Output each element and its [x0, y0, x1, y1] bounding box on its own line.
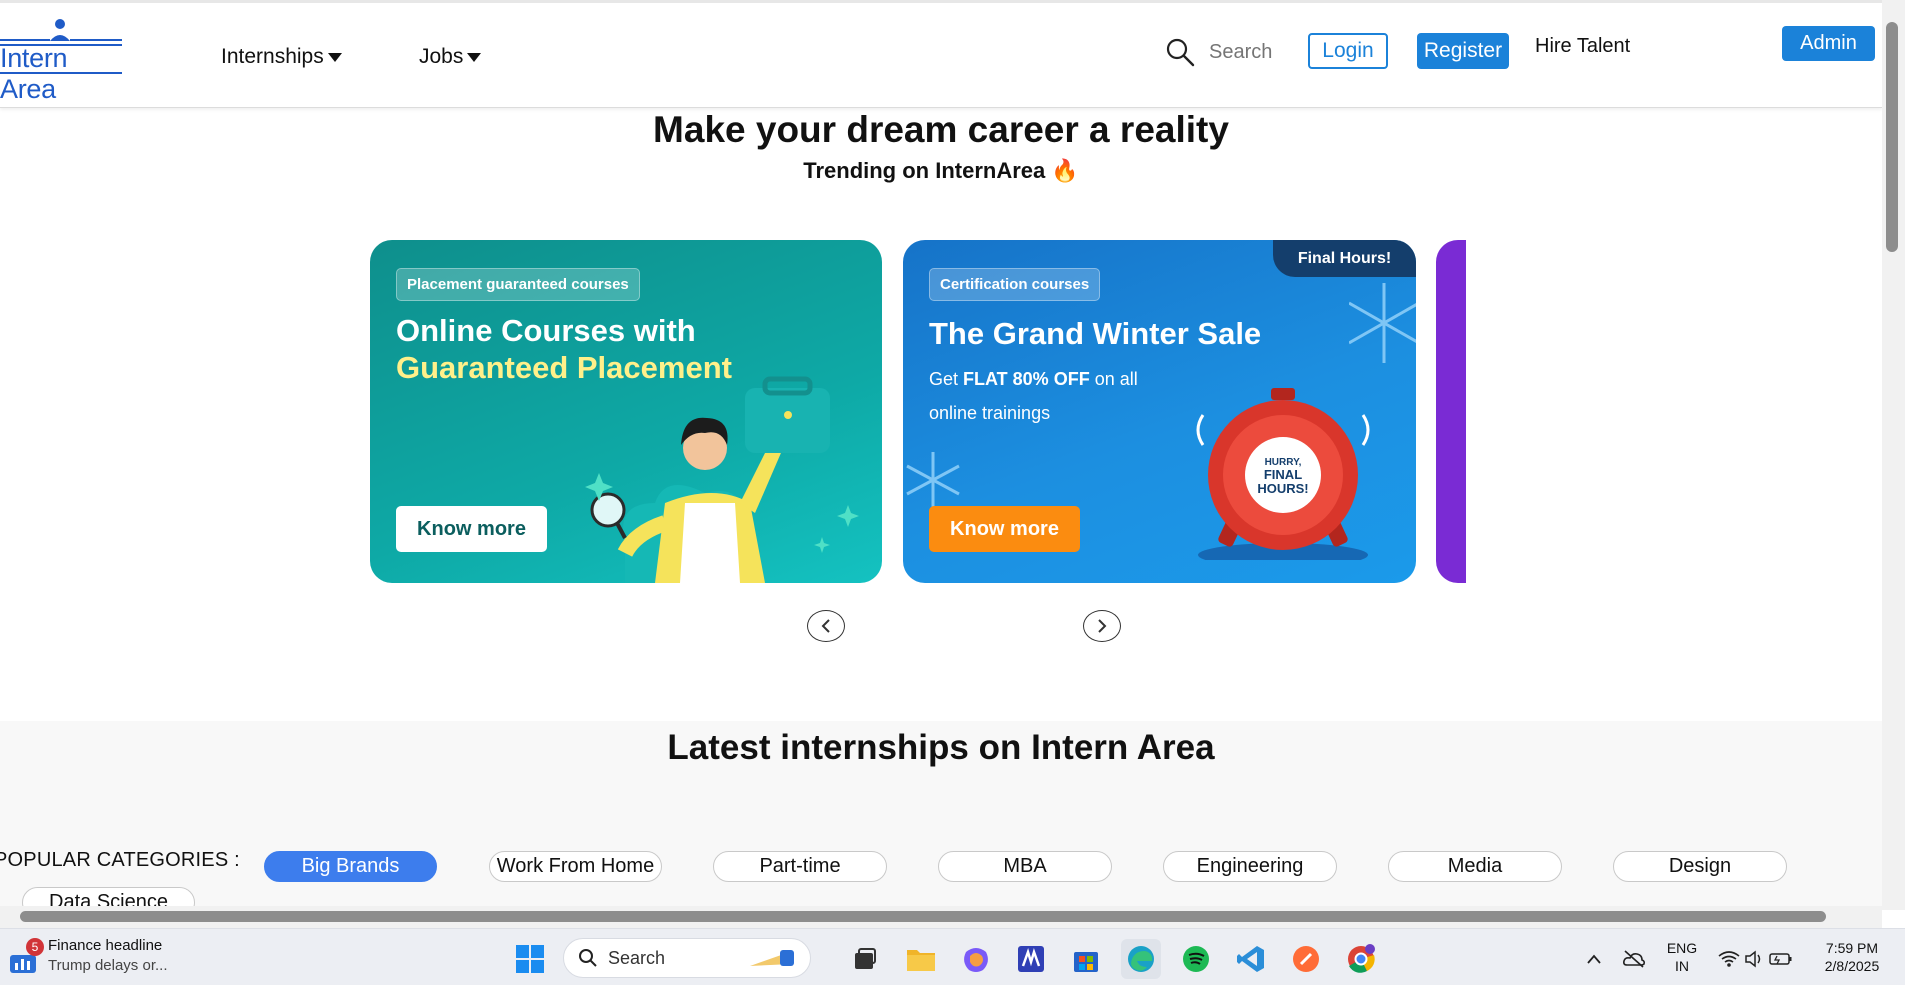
- snowflake-icon: [906, 452, 960, 508]
- nav-search: [1165, 37, 1319, 67]
- windows-start-icon[interactable]: [510, 939, 550, 979]
- news-chart-icon: 5: [8, 937, 44, 973]
- carousel-card-placement: Placement guaranteed courses Online Cour…: [370, 240, 882, 583]
- vscode-icon[interactable]: [1231, 939, 1271, 979]
- category-pill-engineering[interactable]: Engineering: [1163, 851, 1337, 882]
- region-code: IN: [1675, 958, 1689, 974]
- search-input[interactable]: [1209, 40, 1319, 64]
- news-widget[interactable]: 5 Finance headline Trump delays or...: [8, 937, 168, 974]
- news-badge: 5: [26, 937, 44, 956]
- popular-categories-label: POPULAR CATEGORIES :: [0, 849, 240, 871]
- spotify-icon[interactable]: [1176, 939, 1216, 979]
- final-hours-badge: Final Hours!: [1273, 240, 1416, 277]
- category-pill-big-brands[interactable]: Big Brands: [264, 851, 437, 882]
- category-pill-work-from-home[interactable]: Work From Home: [489, 851, 662, 882]
- news-subtext: Trump delays or...: [48, 957, 168, 974]
- chevron-up-icon[interactable]: [1576, 939, 1612, 979]
- taskbar-search-label: Search: [608, 947, 666, 968]
- top-navbar: Intern Area Internships Jobs Login Regis…: [0, 3, 1882, 108]
- microsoft-store-icon[interactable]: [1066, 939, 1106, 979]
- card-heading-line1: Online Courses with: [396, 313, 696, 348]
- language-indicator[interactable]: ENG IN: [1664, 939, 1700, 975]
- edge-browser-icon[interactable]: [1121, 939, 1161, 979]
- app-m-icon[interactable]: [1011, 939, 1051, 979]
- browser-viewport: Intern Area Internships Jobs Login Regis…: [0, 0, 1882, 910]
- card-chip: Certification courses: [929, 268, 1101, 301]
- register-button[interactable]: Register: [1417, 33, 1509, 69]
- know-more-button[interactable]: Know more: [929, 506, 1080, 552]
- task-view-icon[interactable]: [845, 939, 885, 979]
- carousel-prev-button[interactable]: [807, 610, 845, 642]
- news-headline: Finance headline: [48, 937, 163, 954]
- card-heading: The Grand Winter Sale: [929, 316, 1262, 351]
- admin-button[interactable]: Admin: [1782, 26, 1875, 61]
- nav-internships-label: Internships: [221, 45, 324, 68]
- carousel-card-peek: [1436, 240, 1466, 583]
- battery-icon[interactable]: [1764, 939, 1798, 979]
- vertical-scrollbar-thumb[interactable]: [1886, 22, 1898, 252]
- search-highlight-icon: [750, 950, 794, 966]
- latest-title: Latest internships on Intern Area: [667, 728, 1215, 767]
- hero-title: Make your dream career a reality: [653, 109, 1229, 150]
- taskbar-search[interactable]: Search: [563, 938, 811, 978]
- search-icon: [579, 949, 597, 967]
- chrome-icon[interactable]: [1341, 939, 1381, 979]
- know-more-button[interactable]: Know more: [396, 506, 547, 552]
- clock-date: 2/8/2025: [1824, 958, 1880, 974]
- category-pill-mba[interactable]: MBA: [938, 851, 1112, 882]
- horizontal-scrollbar-thumb[interactable]: [20, 911, 1826, 922]
- windows-taskbar: 5 Finance headline Trump delays or... Se…: [0, 928, 1905, 985]
- clock[interactable]: 7:59 PM 2/8/2025: [1812, 939, 1892, 975]
- svg-text:FINAL: FINAL: [1264, 467, 1302, 482]
- file-explorer-icon[interactable]: [901, 939, 941, 979]
- logo-text: Intern Area: [0, 43, 68, 104]
- onedrive-offline-icon[interactable]: [1616, 939, 1652, 979]
- login-button[interactable]: Login: [1308, 33, 1388, 69]
- language-code: ENG: [1666, 940, 1698, 956]
- hire-talent-link[interactable]: Hire Talent: [1535, 35, 1630, 58]
- card-body: Get FLAT 80% OFF on all online trainings: [929, 362, 1179, 430]
- caret-down-icon: [467, 52, 482, 62]
- search-icon[interactable]: [1165, 37, 1195, 67]
- chevron-left-icon: [821, 619, 830, 633]
- snowflake-icon: [1349, 283, 1416, 363]
- intern-area-logo[interactable]: Intern Area: [0, 17, 124, 104]
- card-body-bold: FLAT 80% OFF: [963, 369, 1090, 389]
- copilot-icon[interactable]: [956, 939, 996, 979]
- svg-text:HOURS!: HOURS!: [1257, 481, 1308, 496]
- carousel-next-button[interactable]: [1083, 610, 1121, 642]
- carousel-card-winter-sale: Final Hours! Certification courses The G…: [903, 240, 1416, 583]
- category-pill-media[interactable]: Media: [1388, 851, 1562, 882]
- category-pill-design[interactable]: Design: [1613, 851, 1787, 882]
- student-illustration-icon: [585, 376, 859, 583]
- logo-underline: [0, 72, 122, 74]
- nav-jobs[interactable]: Jobs: [419, 45, 482, 69]
- card-chip: Placement guaranteed courses: [396, 268, 640, 301]
- caret-down-icon: [327, 52, 342, 62]
- alarm-clock-icon: HURRY, FINAL HOURS!: [1196, 388, 1370, 560]
- hero-subtitle: Trending on InternArea 🔥: [803, 158, 1079, 183]
- nav-jobs-label: Jobs: [419, 45, 464, 68]
- postman-icon[interactable]: [1286, 939, 1326, 979]
- chevron-right-icon: [1098, 619, 1107, 633]
- nav-internships[interactable]: Internships: [221, 45, 342, 69]
- card-body-prefix: Get: [929, 369, 964, 389]
- clock-time: 7:59 PM: [1825, 940, 1879, 956]
- category-pill-part-time[interactable]: Part-time: [713, 851, 887, 882]
